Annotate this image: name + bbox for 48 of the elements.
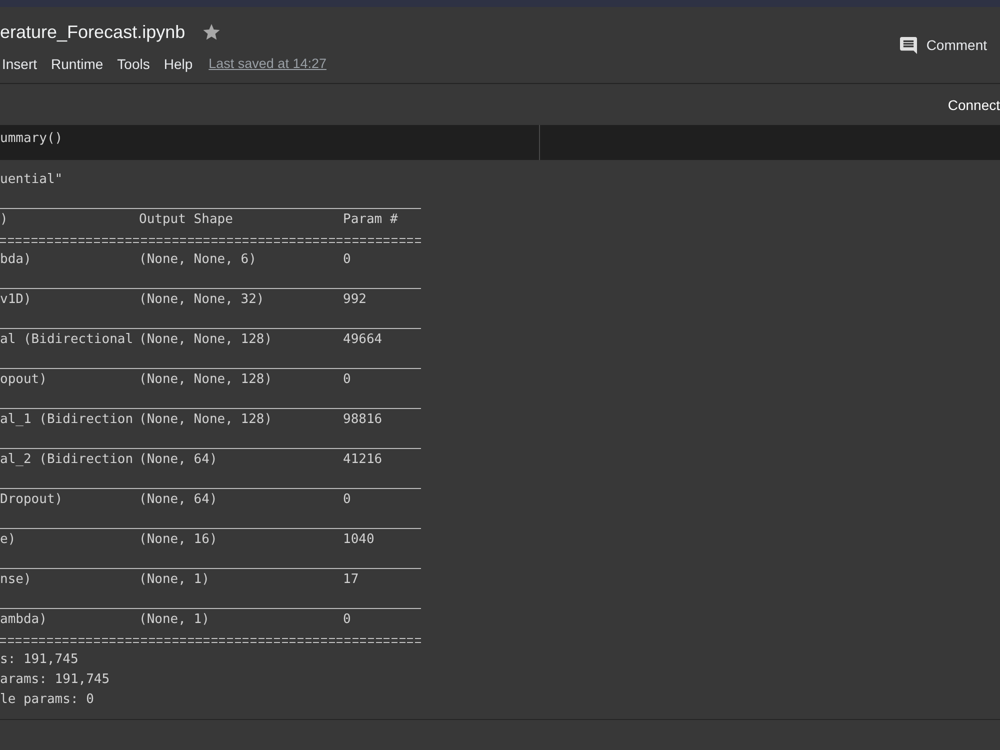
- table-cell-text: Dropout): [0, 491, 64, 509]
- table-cell-text: (None, 64): [139, 451, 218, 469]
- table-cell-text: 49664: [343, 331, 384, 349]
- connect-button[interactable]: Connect: [942, 90, 1000, 118]
- output-line: s: 191,745: [0, 651, 78, 669]
- table-cell-text: 41216: [343, 451, 384, 469]
- notebook-title[interactable]: erature_Forecast.ipynb: [0, 19, 186, 45]
- table-cell-text: (None, 64): [139, 491, 218, 509]
- menu-item[interactable]: Tools: [115, 54, 152, 74]
- table-cell-text: e): [0, 531, 17, 549]
- table-cell-text: nse): [0, 571, 32, 589]
- table-cell-text: (None, 1): [139, 571, 210, 589]
- table-cell-text: 0: [343, 371, 352, 389]
- menu-item[interactable]: Runtime: [49, 54, 106, 74]
- table-cell-text: (None, 1): [139, 611, 210, 629]
- code-line: ummary(): [0, 131, 63, 146]
- comment-icon: [900, 36, 918, 54]
- table-cell-text: al_1 (Bidirection: [0, 411, 134, 429]
- table-cell-text: v1D): [0, 291, 32, 309]
- star-icon[interactable]: [203, 24, 220, 40]
- comment-button[interactable]: Comment: [892, 29, 995, 61]
- table-cell-text: (None, None, 128): [139, 371, 274, 389]
- menu-item[interactable]: Help: [162, 54, 195, 74]
- table-cell-text: 0: [343, 491, 352, 509]
- table-cell-text: opout): [0, 371, 48, 389]
- table-cell-text: 0: [343, 251, 352, 269]
- output-line: le params: 0: [0, 691, 94, 709]
- table-cell-text: (None, 16): [139, 531, 218, 549]
- column-header: Param #: [343, 211, 399, 229]
- table-cell-text: 98816: [343, 411, 384, 429]
- column-header: ): [0, 211, 9, 229]
- table-cell-text: (None, None, 32): [139, 291, 266, 309]
- table-cell-text: 0: [343, 611, 352, 629]
- table-cell-text: (None, None, 6): [139, 251, 258, 269]
- table-cell-text: bda): [0, 251, 32, 269]
- table-cell-text: 17: [343, 571, 360, 589]
- table-cell-text: ambda): [0, 611, 48, 629]
- table-cell-text: (None, None, 128): [139, 331, 274, 349]
- table-cell-text: 1040: [343, 531, 376, 549]
- menu-item[interactable]: Insert: [0, 54, 40, 74]
- table-cell-text: 992: [343, 291, 368, 309]
- output-line: uential": [0, 171, 63, 189]
- table-cell-text: (None, None, 128): [139, 411, 274, 429]
- last-saved-link[interactable]: Last saved at 14:27: [208, 54, 326, 74]
- output-line: arams: 191,745: [0, 671, 110, 689]
- column-header: Output Shape: [139, 211, 234, 229]
- table-cell-text: al_2 (Bidirection: [0, 451, 134, 469]
- table-cell-text: al (Bidirectional: [0, 331, 134, 349]
